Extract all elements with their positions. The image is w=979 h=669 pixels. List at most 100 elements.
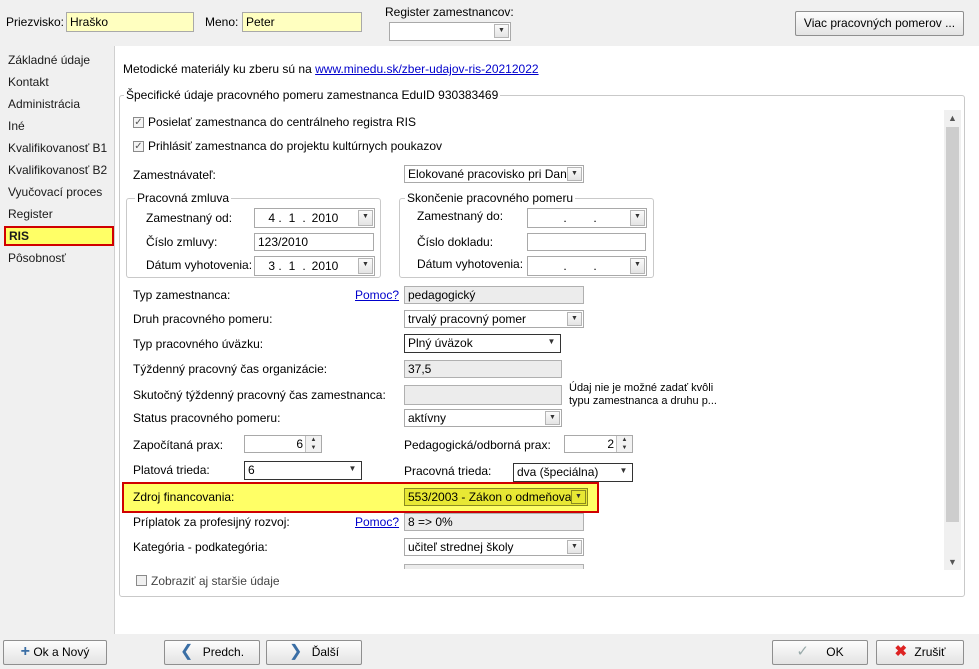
name-label: Meno: (205, 15, 239, 29)
termination-created-date[interactable]: .. ▼ (527, 256, 647, 276)
contract-no-field[interactable]: 123/2010 (254, 233, 374, 251)
status-label: Status pracovného pomeru: (133, 411, 281, 425)
emp-type-label: Typ zamestnanca: (133, 288, 231, 302)
category-select[interactable]: učiteľ strednej školy ▼ (404, 538, 584, 556)
funding-select[interactable]: 553/2003 - Zákon o odmeňovaní ▼ (404, 488, 588, 506)
doc-no-label: Číslo dokladu: (417, 235, 494, 249)
termination-created-label: Dátum vyhotovenia: (417, 257, 524, 271)
scroll-up-icon[interactable]: ▲ (944, 110, 961, 126)
chevron-right-icon: ❯ (288, 643, 303, 660)
prev-button[interactable]: ❮ Predch. (164, 640, 260, 665)
calendar-dropdown-icon[interactable]: ▼ (630, 210, 645, 226)
more-relations-button[interactable]: Viac pracovných pomerov ... (795, 11, 964, 36)
salary-class-label: Platová trieda: (133, 463, 210, 477)
calendar-dropdown-icon[interactable]: ▼ (358, 258, 373, 274)
sidebar-item-vyucovaci-proces[interactable]: Vyučovací proces (4, 182, 114, 202)
weekly-org-field: 37,5 (404, 360, 562, 378)
clipped-row (404, 564, 584, 569)
weekly-emp-label: Skutočný týždenný pracovný čas zamestnan… (133, 388, 386, 402)
ok-new-button[interactable]: + Ok a Nový (3, 640, 107, 665)
status-select[interactable]: aktívny ▼ (404, 409, 562, 427)
cancel-button[interactable]: ✖ Zrušiť (876, 640, 964, 665)
sidebar-item-ris[interactable]: RIS (4, 226, 114, 246)
sidebar-item-kvalifikovanost-b1[interactable]: Kvalifikovanosť B1 (4, 138, 114, 158)
practice-spinner[interactable]: 6 ▲ ▼ (244, 435, 322, 453)
chevron-down-icon[interactable]: ▼ (345, 463, 360, 477)
help-link[interactable]: Pomoc? (355, 515, 399, 529)
scroll-down-icon[interactable]: ▼ (944, 554, 961, 570)
workload-select[interactable]: Plný úväzok ▼ (404, 334, 561, 353)
employed-from-label: Zamestnaný od: (146, 211, 233, 225)
close-icon: ✖ (894, 643, 908, 660)
culture-checkbox[interactable]: ✓ (133, 141, 144, 152)
allowance-label: Príplatok za profesijný rozvoj: (133, 515, 290, 529)
weekly-org-label: Týždenný pracovný čas organizácie: (133, 362, 328, 376)
contract-no-label: Číslo zmluvy: (146, 235, 218, 249)
employed-from-date[interactable]: 4. 1. 2010 ▼ (254, 208, 375, 228)
employer-value: Elokované pracovisko pri Dank (408, 167, 573, 181)
sidebar-item-ine[interactable]: Iné (4, 116, 114, 136)
employed-to-label: Zamestnaný do: (417, 209, 504, 223)
scroll-thumb[interactable] (946, 127, 959, 522)
ped-practice-label: Pedagogická/odborná prax: (404, 438, 551, 452)
info-label: Metodické materiály ku zberu sú na (123, 62, 312, 76)
name-field[interactable]: Peter (242, 12, 362, 32)
register-select[interactable]: ▼ (389, 22, 511, 41)
checkmark-icon: ✓ (796, 643, 809, 660)
employer-select[interactable]: Elokované pracovisko pri Dank ▼ (404, 165, 584, 183)
older-data-checkbox[interactable] (136, 575, 147, 586)
ped-practice-spinner[interactable]: 2 ▲ ▼ (564, 435, 633, 453)
chevron-down-icon[interactable]: ▼ (616, 465, 631, 479)
surname-label: Priezvisko: (6, 15, 65, 29)
funding-label: Zdroj financovania: (133, 490, 235, 504)
scrollbar[interactable]: ▲ ▼ (944, 110, 961, 570)
doc-no-field[interactable] (527, 233, 646, 251)
weekly-note: Údaj nie je možné zadať kvôli typu zames… (569, 382, 717, 407)
group-title: Špecifické údaje pracovného pomeru zames… (124, 88, 501, 102)
weekly-emp-field (404, 385, 562, 405)
spinner-arrows-icon[interactable]: ▲ ▼ (305, 436, 321, 452)
chevron-down-icon[interactable]: ▼ (571, 490, 586, 504)
rel-kind-label: Druh pracovného pomeru: (133, 312, 273, 326)
workload-label: Typ pracovného úväzku: (133, 337, 264, 351)
sidebar-item-administracia[interactable]: Administrácia (4, 94, 114, 114)
employed-to-date[interactable]: .. ▼ (527, 208, 647, 228)
sidebar-item-kvalifikovanost-b2[interactable]: Kvalifikovanosť B2 (4, 160, 114, 180)
calendar-dropdown-icon[interactable]: ▼ (630, 258, 645, 274)
chevron-left-icon: ❮ (179, 643, 194, 660)
ok-button[interactable]: ✓ OK (772, 640, 868, 665)
termination-title: Skončenie pracovného pomeru (405, 191, 576, 205)
plus-icon: + (20, 643, 30, 660)
send-ris-checkbox[interactable]: ✓ (133, 117, 144, 128)
work-class-select[interactable]: dva (špeciálna) ▼ (513, 463, 633, 482)
category-label: Kategória - podkategória: (133, 540, 268, 554)
work-class-label: Pracovná trieda: (404, 464, 492, 478)
help-link[interactable]: Pomoc? (355, 288, 399, 302)
emp-type-field: pedagogický (404, 286, 584, 304)
chevron-down-icon[interactable]: ▼ (567, 167, 582, 181)
employer-label: Zamestnávateľ: (133, 168, 216, 182)
culture-label: Prihlásiť zamestnanca do projektu kultúr… (148, 139, 442, 153)
next-button[interactable]: ❯ Ďalší (266, 640, 362, 665)
salary-class-select[interactable]: 6 ▼ (244, 461, 362, 480)
info-link[interactable]: www.minedu.sk/zber-udajov-ris-20212022 (315, 62, 538, 76)
sidebar-item-register[interactable]: Register (4, 204, 114, 224)
info-text: Metodické materiály ku zberu sú na www.m… (123, 62, 539, 76)
chevron-down-icon[interactable]: ▼ (567, 540, 582, 554)
rel-kind-select[interactable]: trvalý pracovný pomer ▼ (404, 310, 584, 328)
sidebar: Základné údaje Kontakt Administrácia Iné… (0, 46, 114, 634)
register-label: Register zamestnancov: (385, 5, 514, 19)
contract-created-date[interactable]: 3. 1. 2010 ▼ (254, 256, 375, 276)
chevron-down-icon[interactable]: ▼ (494, 24, 509, 38)
sidebar-item-kontakt[interactable]: Kontakt (4, 72, 114, 92)
allowance-field: 8 => 0% (404, 513, 584, 531)
chevron-down-icon[interactable]: ▼ (544, 336, 559, 350)
sidebar-item-posobnost[interactable]: Pôsobnosť (4, 248, 114, 268)
surname-field[interactable]: Hraško (66, 12, 194, 32)
spinner-arrows-icon[interactable]: ▲ ▼ (616, 436, 632, 452)
chevron-down-icon[interactable]: ▼ (567, 312, 582, 326)
chevron-down-icon[interactable]: ▼ (545, 411, 560, 425)
sidebar-item-zakladne-udaje[interactable]: Základné údaje (4, 50, 114, 70)
contract-created-label: Dátum vyhotovenia: (146, 258, 253, 272)
calendar-dropdown-icon[interactable]: ▼ (358, 210, 373, 226)
